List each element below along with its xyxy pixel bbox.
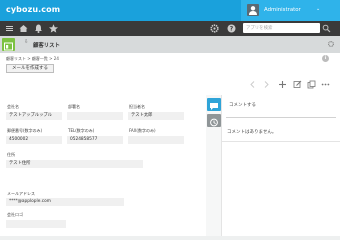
comment-icon bbox=[210, 103, 218, 110]
avatar[interactable] bbox=[247, 4, 259, 16]
address-value: テスト住所 bbox=[6, 160, 143, 168]
comment-divider bbox=[221, 141, 340, 142]
brand-logo[interactable]: cybozu.com bbox=[6, 5, 60, 14]
info-icon[interactable]: i bbox=[322, 55, 329, 62]
company-label: 会社名 bbox=[7, 104, 19, 109]
search-icon[interactable] bbox=[322, 24, 331, 33]
comment-heading[interactable]: コメントする bbox=[229, 102, 256, 108]
app-icon[interactable] bbox=[2, 38, 15, 51]
tel-label: TEL(数字のみ) bbox=[68, 128, 95, 133]
copy-icon[interactable] bbox=[307, 80, 316, 89]
no-comment-text: コメントはありません。 bbox=[227, 130, 277, 135]
svg-text:?: ? bbox=[230, 26, 234, 33]
comment-tab[interactable] bbox=[207, 98, 221, 111]
search-box[interactable] bbox=[243, 23, 320, 33]
department-label: 部署名 bbox=[68, 104, 80, 109]
fax-value bbox=[128, 136, 184, 144]
gear-icon[interactable] bbox=[209, 23, 220, 34]
breadcrumb[interactable]: 顧客リスト > 顧客一覧 > 24 bbox=[6, 56, 59, 62]
comment-input[interactable] bbox=[226, 110, 336, 118]
search-input[interactable] bbox=[246, 24, 308, 32]
help-icon[interactable]: ? bbox=[226, 23, 237, 34]
history-tab[interactable] bbox=[207, 114, 221, 127]
chevron-down-icon[interactable]: ⌄ bbox=[316, 6, 320, 12]
app-settings-icon[interactable] bbox=[327, 40, 335, 48]
create-mail-button[interactable]: メールを作成する bbox=[6, 64, 54, 73]
contact-label: 担当者名 bbox=[129, 104, 145, 109]
email-label: メールアドレス bbox=[7, 191, 35, 196]
email-value[interactable]: ****@applople.com bbox=[6, 198, 124, 206]
home-icon[interactable] bbox=[18, 23, 29, 34]
contact-value: テスト太郎 bbox=[128, 112, 184, 120]
chevron-right-icon[interactable] bbox=[262, 80, 271, 89]
edit-icon[interactable] bbox=[293, 80, 302, 89]
company-value: テストアップルップル bbox=[6, 112, 62, 120]
pin-icon[interactable]: ⇩ bbox=[24, 39, 29, 45]
app-title[interactable]: 顧客リスト bbox=[33, 41, 60, 49]
fax-label: FAX(数字のみ) bbox=[129, 128, 156, 133]
star-icon[interactable] bbox=[48, 23, 59, 34]
menu-icon[interactable] bbox=[4, 23, 15, 34]
logo-label: 会社ロゴ bbox=[7, 212, 23, 217]
bell-icon[interactable] bbox=[33, 23, 44, 34]
zip-value: 4500002 bbox=[6, 136, 62, 144]
user-icon bbox=[249, 6, 257, 15]
user-name[interactable]: Administrator bbox=[264, 7, 301, 13]
logo-value bbox=[6, 220, 66, 228]
add-icon[interactable] bbox=[278, 80, 287, 89]
chevron-left-icon[interactable] bbox=[248, 80, 257, 89]
department-value bbox=[67, 112, 123, 120]
zip-label: 郵便番号(数字のみ) bbox=[7, 128, 43, 133]
history-icon bbox=[210, 118, 218, 127]
app-logo-icon bbox=[4, 42, 13, 51]
tel-value: 0524858577 bbox=[67, 136, 123, 144]
more-icon[interactable] bbox=[321, 80, 330, 89]
address-label: 住所 bbox=[7, 152, 15, 157]
